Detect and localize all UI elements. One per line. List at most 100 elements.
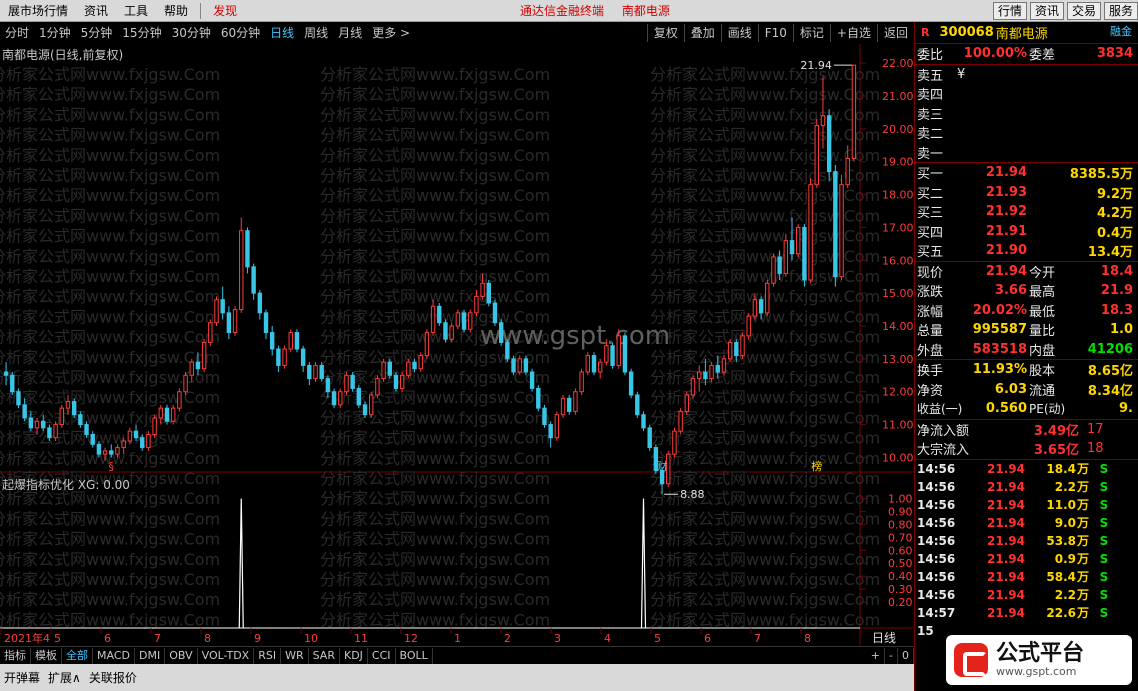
buy-row[interactable]: 买四 21.91 0.4万 xyxy=(915,222,1138,242)
date-axis-label: 5 xyxy=(654,632,661,645)
price-axis-label: 20.00 xyxy=(882,123,914,136)
date-axis-label: 2 xyxy=(504,632,511,645)
candle-body xyxy=(158,407,164,419)
buy-volume: 0.4万 xyxy=(1096,225,1133,241)
buy-row[interactable]: 买三 21.92 4.2万 xyxy=(915,202,1138,222)
ind-tab-vol-tdx[interactable]: VOL-TDX xyxy=(198,647,255,664)
tick-side: S xyxy=(1099,461,1109,476)
candle-body xyxy=(356,387,362,406)
zoom-in-button[interactable]: + xyxy=(867,648,886,664)
ind-tab-sar[interactable]: SAR xyxy=(309,647,340,664)
ind-tab-obv[interactable]: OBV xyxy=(165,647,198,664)
back-button[interactable]: 返回 xyxy=(876,24,914,42)
price-axis-label: 19.00 xyxy=(882,156,914,169)
sell-mark: ¥ xyxy=(957,66,966,82)
related-quotes-button[interactable]: 关联报价 xyxy=(85,669,141,686)
expand-toggle[interactable]: 扩展∧ xyxy=(44,669,85,686)
tick-list[interactable]: 14:56 21.94 18.4万 S 14:56 21.94 2.2万 S 14:56 21.9… xyxy=(915,460,1138,640)
ind-tab-dmi[interactable]: DMI xyxy=(135,647,166,664)
menu-market[interactable]: 展市场行情 xyxy=(0,0,76,22)
buy-row[interactable]: 买二 21.93 9.2万 xyxy=(915,183,1138,203)
menu-discover[interactable]: 发现 xyxy=(205,0,245,22)
tab-quotes[interactable]: 行情 xyxy=(992,2,1027,20)
margin-badge: 融金 xyxy=(1110,25,1132,38)
tick-volume: 9.0万 xyxy=(1025,514,1089,531)
tick-price: 21.94 xyxy=(987,497,1025,512)
watermark-text: 分析家公式网www.fxjgsw.Com xyxy=(320,166,550,185)
ind-tab-kdj[interactable]: KDJ xyxy=(340,647,368,664)
period-60min[interactable]: 60分钟 xyxy=(216,22,265,44)
tick-volume: 2.2万 xyxy=(1025,586,1089,603)
tab-news[interactable]: 资讯 xyxy=(1029,2,1064,20)
date-axis-label: 8 xyxy=(804,632,811,645)
tick-volume-value: 53.8 xyxy=(1046,534,1076,548)
period-weekly[interactable]: 周线 xyxy=(299,22,333,44)
stock-code[interactable]: 300068 xyxy=(939,25,993,40)
danmaku-toggle[interactable]: 开弹幕 xyxy=(0,669,44,686)
tick-row: 14:56 21.94 58.4万 S xyxy=(915,568,1138,586)
period-monthly[interactable]: 月线 xyxy=(333,22,367,44)
menu-tools[interactable]: 工具 xyxy=(116,0,156,22)
period-1min[interactable]: 1分钟 xyxy=(34,22,76,44)
zoom-out-button[interactable]: - xyxy=(885,648,898,664)
overlay-button[interactable]: 叠加 xyxy=(683,24,721,42)
tab-trade[interactable]: 交易 xyxy=(1066,2,1101,20)
kline-chart[interactable]: 分析家公式网www.fxjgsw.Com 分析家公式网www.fxjgsw.Com… xyxy=(0,44,914,648)
ind-tab-rsi[interactable]: RSI xyxy=(254,647,282,664)
candle-body xyxy=(604,345,609,363)
watermark-text: 分析家公式网www.fxjgsw.Com xyxy=(320,509,550,528)
period-30min[interactable]: 30分钟 xyxy=(167,22,216,44)
buy-row[interactable]: 买一 21.94 8385.5万 xyxy=(915,163,1138,183)
stat-value: 11.93% xyxy=(972,362,1027,378)
menu-news[interactable]: 资讯 xyxy=(76,0,116,22)
kline-chart-area[interactable]: 分析家公式网www.fxjgsw.Com 分析家公式网www.fxjgsw.Com… xyxy=(0,44,914,648)
draw-line-button[interactable]: 画线 xyxy=(720,24,758,42)
f10-button[interactable]: F10 xyxy=(757,24,793,42)
period-daily[interactable]: 日线 xyxy=(265,22,299,44)
tick-side: S xyxy=(1099,515,1109,530)
watermark-text: 分析家公式网www.fxjgsw.Com xyxy=(320,388,550,407)
indicator-signal-spike xyxy=(640,498,647,629)
tick-volume: 22.6万 xyxy=(1025,604,1089,621)
watermark-text: 分析家公式网www.fxjgsw.Com xyxy=(320,146,550,165)
ind-tab-template[interactable]: 模板 xyxy=(31,647,62,664)
tick-volume-value: 58.4 xyxy=(1046,570,1076,584)
candle-body xyxy=(28,417,34,429)
buy-row[interactable]: 买五 21.90 13.4万 xyxy=(915,241,1138,261)
tab-service[interactable]: 服务 xyxy=(1103,2,1138,20)
period-5min[interactable]: 5分钟 xyxy=(76,22,118,44)
price-axis-label: 22.00 xyxy=(882,57,914,70)
ind-tab-boll[interactable]: BOLL xyxy=(396,647,433,664)
indicator-bar: 指标 模板 全部 MACD DMI OBV VOL-TDX RSI WR SAR… xyxy=(0,646,914,664)
tick-side: S xyxy=(1099,587,1109,602)
stat-value: 21.9 xyxy=(1100,283,1133,299)
chart-title: 南都电源(日线,前复权) xyxy=(2,48,124,62)
stat-label: 流通 xyxy=(1029,383,1056,399)
brand-name: 公式平台 xyxy=(996,641,1085,666)
candle-body xyxy=(523,358,529,373)
candle-body xyxy=(721,358,727,373)
period-15min[interactable]: 15分钟 xyxy=(117,22,166,44)
date-axis-label: 12 xyxy=(404,632,418,645)
date-axis-label: 3 xyxy=(554,632,561,645)
candle-body xyxy=(758,299,764,314)
ind-tab-all[interactable]: 全部 xyxy=(62,647,93,664)
candle-body xyxy=(152,417,157,435)
ind-tab-wr[interactable]: WR xyxy=(281,647,309,664)
period-intraday[interactable]: 分时 xyxy=(0,22,34,44)
flow-value: 3.49亿 xyxy=(1033,423,1079,439)
ind-tab-cci[interactable]: CCI xyxy=(368,647,396,664)
adjust-button[interactable]: 复权 xyxy=(646,24,684,42)
candle-body xyxy=(511,358,516,373)
ind-tab-indicator[interactable]: 指标 xyxy=(0,647,31,664)
mark-button[interactable]: 标记 xyxy=(792,24,830,42)
reset-button[interactable]: 0 xyxy=(898,648,914,664)
ind-tab-macd[interactable]: MACD xyxy=(93,647,135,664)
period-toolbar: 分时 1分钟 5分钟 15分钟 30分钟 60分钟 日线 周线 月线 更多 > … xyxy=(0,22,914,44)
period-more[interactable]: 更多 > xyxy=(367,22,415,44)
candle-body xyxy=(71,401,77,416)
candle-body xyxy=(300,348,306,366)
add-watchlist-button[interactable]: +自选 xyxy=(829,24,877,42)
stock-name[interactable]: 南都电源 xyxy=(996,23,1048,42)
menu-help[interactable]: 帮助 xyxy=(156,0,196,22)
